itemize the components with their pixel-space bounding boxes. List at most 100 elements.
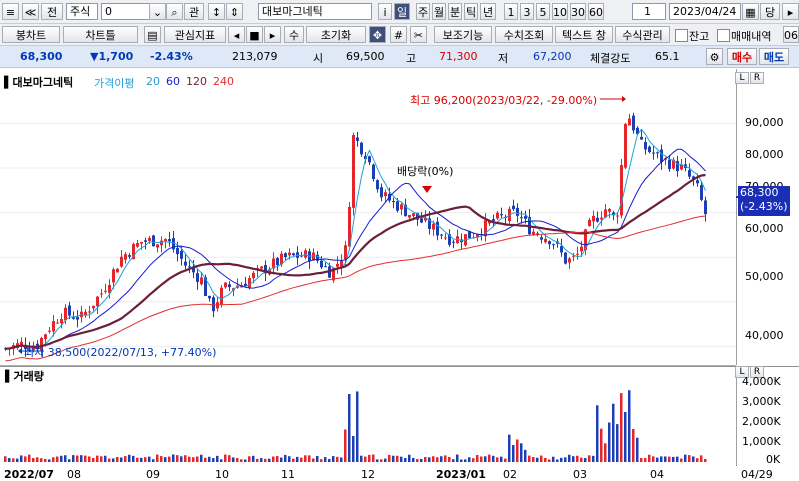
x-axis-tick: 2023/01 bbox=[436, 468, 486, 481]
current-price-tag-rate: (-2.43%) bbox=[740, 200, 788, 213]
candle-body bbox=[52, 321, 55, 332]
volume-bar bbox=[20, 455, 23, 462]
candle-body bbox=[284, 253, 287, 257]
volume-bar bbox=[688, 455, 691, 462]
candle-body bbox=[396, 201, 399, 211]
volume-bar bbox=[508, 434, 511, 462]
volume-bar bbox=[136, 457, 139, 462]
volume-bar bbox=[416, 459, 419, 462]
volume-bar bbox=[444, 455, 447, 462]
volume-bar bbox=[332, 456, 335, 462]
candle-body bbox=[96, 296, 99, 307]
volume-bar bbox=[536, 457, 539, 462]
volume-bar bbox=[668, 456, 671, 462]
volume-bar bbox=[88, 456, 91, 462]
volume-bar bbox=[560, 457, 563, 462]
candle-body bbox=[200, 277, 203, 285]
r-button[interactable]: R bbox=[750, 72, 764, 84]
volume-bar bbox=[300, 457, 303, 462]
candle-body bbox=[628, 118, 631, 126]
volume-bar bbox=[436, 457, 439, 462]
candle-body bbox=[400, 204, 403, 210]
volume-bar bbox=[520, 443, 523, 462]
candle-body bbox=[220, 287, 223, 305]
candle-body bbox=[128, 255, 131, 257]
candle-body bbox=[540, 237, 543, 240]
volume-bar bbox=[320, 459, 323, 462]
volume-bar bbox=[636, 437, 639, 462]
candle-body bbox=[116, 268, 119, 273]
volume-bar bbox=[232, 457, 235, 462]
candle-body bbox=[208, 295, 211, 299]
volume-bar bbox=[36, 457, 39, 462]
low-arrow-head bbox=[18, 348, 22, 354]
candle-body bbox=[520, 217, 523, 219]
candle-body bbox=[320, 260, 323, 268]
volume-bar bbox=[108, 458, 111, 462]
volume-bar bbox=[76, 455, 79, 462]
volume-bar bbox=[556, 459, 559, 462]
candle-body bbox=[72, 317, 75, 319]
candle-body bbox=[180, 250, 183, 259]
volume-bar bbox=[168, 456, 171, 462]
candle-body bbox=[420, 218, 423, 223]
volume-bar bbox=[176, 455, 179, 462]
candle-body bbox=[368, 156, 371, 163]
volume-bar bbox=[660, 456, 663, 462]
candle-body bbox=[84, 311, 87, 315]
candle-body bbox=[60, 319, 63, 324]
volume-bar bbox=[188, 456, 191, 462]
volume-bar bbox=[496, 457, 499, 462]
x-axis-tick: 2022/07 bbox=[4, 468, 54, 481]
volume-bar bbox=[376, 459, 379, 462]
volume-bar bbox=[284, 454, 287, 462]
candle-body bbox=[144, 240, 147, 242]
candle-body bbox=[352, 135, 355, 208]
l-button[interactable]: L bbox=[735, 72, 749, 84]
candle-body bbox=[608, 209, 611, 212]
volume-bar bbox=[704, 459, 707, 462]
volume-bar bbox=[72, 455, 75, 462]
candle-body bbox=[292, 253, 295, 256]
x-axis-tick: 11 bbox=[281, 468, 295, 481]
current-price-tag-value: 68,300 bbox=[740, 186, 779, 199]
volume-bar bbox=[620, 393, 623, 462]
candle-body bbox=[380, 187, 383, 198]
volume-bar bbox=[16, 458, 19, 462]
volume-bar bbox=[68, 459, 71, 462]
candle-body bbox=[160, 240, 163, 246]
candle-body bbox=[92, 305, 95, 309]
volume-bar bbox=[388, 454, 391, 462]
volume-bar bbox=[648, 454, 651, 462]
volume-bar bbox=[80, 455, 83, 462]
volume-bar bbox=[624, 412, 627, 462]
volume-bar bbox=[588, 455, 591, 462]
volume-bar bbox=[308, 455, 311, 462]
volume-bar bbox=[480, 456, 483, 462]
candle-body bbox=[440, 234, 443, 236]
candle-body bbox=[104, 290, 107, 292]
volume-bar bbox=[612, 403, 615, 462]
volume-bar bbox=[12, 458, 15, 462]
candle-body bbox=[136, 243, 139, 247]
volume-bar bbox=[100, 456, 103, 462]
x-axis-tick: 09 bbox=[146, 468, 160, 481]
volume-bar bbox=[656, 457, 659, 462]
candle-body bbox=[588, 219, 591, 227]
volume-bar bbox=[352, 436, 355, 462]
x-axis-tick: 10 bbox=[215, 468, 229, 481]
volume-bar bbox=[28, 454, 31, 462]
candle-body bbox=[600, 217, 603, 220]
volume-bar bbox=[212, 458, 215, 462]
candle-body bbox=[260, 266, 263, 269]
price-axis-tick: 60,000 bbox=[745, 222, 784, 235]
volume-bar bbox=[524, 449, 527, 462]
candle-body bbox=[524, 216, 527, 219]
volume-bar bbox=[340, 457, 343, 462]
candle-body bbox=[176, 247, 179, 255]
volume-axis-tick: 1,000K bbox=[742, 435, 781, 448]
volume-bar bbox=[40, 458, 43, 462]
volume-bar bbox=[696, 458, 699, 462]
volume-bar bbox=[628, 390, 631, 462]
candle-body bbox=[496, 212, 499, 219]
